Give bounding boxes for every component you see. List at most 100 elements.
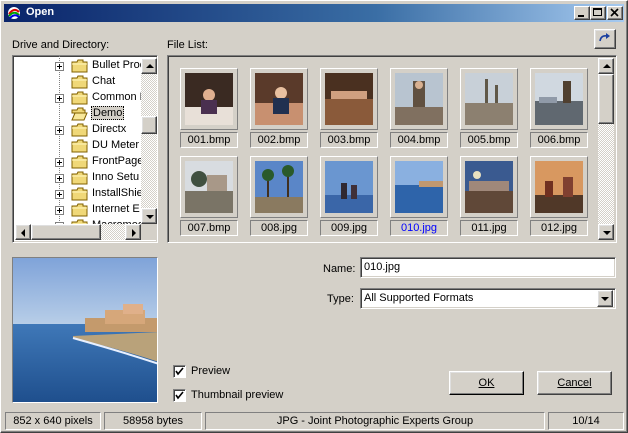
tree-vertical-scrollbar[interactable] <box>141 58 157 224</box>
folder-icon <box>71 187 88 201</box>
cancel-button-label: Cancel <box>557 377 592 389</box>
folder-icon <box>71 123 88 137</box>
thumbnail-filename: 006.bmp <box>530 132 588 148</box>
maximize-button[interactable] <box>590 6 606 20</box>
thumbnail-filename: 009.jpg <box>320 220 378 236</box>
file-thumbnail[interactable]: 005.bmp <box>460 68 518 148</box>
tree-item-label: Demo <box>91 106 125 120</box>
thumbnail-frame <box>390 68 448 130</box>
tree-item[interactable]: Internet E <box>13 202 140 218</box>
file-thumbnail[interactable]: 012.jpg <box>530 156 588 236</box>
scroll-corner <box>141 224 157 240</box>
file-thumbnail[interactable]: 002.bmp <box>250 68 308 148</box>
thumbnail-frame <box>530 68 588 130</box>
expand-icon[interactable] <box>55 158 64 167</box>
expand-icon[interactable] <box>55 126 64 135</box>
thumbnail-frame <box>460 68 518 130</box>
preview-checkbox-label[interactable]: Preview <box>191 365 230 377</box>
status-file-size: 58958 bytes <box>104 412 202 430</box>
file-list-scroll-up-button[interactable] <box>598 58 614 74</box>
preview-beach-image <box>13 258 157 402</box>
type-select-value: All Supported Formats <box>364 292 474 304</box>
thumbnail-frame <box>180 156 238 218</box>
tree-item-label: Chat <box>92 75 116 87</box>
directory-tree[interactable]: Bullet Proo Chat Common F Demo Directx DU Met… <box>12 55 158 243</box>
thumbnail-filename: 008.jpg <box>250 220 308 236</box>
status-position: 10/14 <box>548 412 624 430</box>
folder-icon <box>71 171 88 185</box>
minimize-button[interactable] <box>574 6 590 20</box>
thumbnail-image <box>325 73 373 125</box>
name-input[interactable]: 010.jpg <box>360 257 616 278</box>
folder-icon <box>71 75 88 89</box>
file-thumbnail[interactable]: 009.jpg <box>320 156 378 236</box>
close-button[interactable] <box>607 6 623 20</box>
tree-item-label: Internet E <box>92 203 140 215</box>
close-icon <box>610 8 619 17</box>
tree-item[interactable]: Directx <box>13 122 139 138</box>
file-thumbnail[interactable]: 011.jpg <box>460 156 518 236</box>
file-thumbnail[interactable]: 006.bmp <box>530 68 588 148</box>
type-select[interactable]: All Supported Formats <box>360 288 616 309</box>
file-thumbnail[interactable]: 008.jpg <box>250 156 308 236</box>
preview-checkbox[interactable] <box>173 365 186 378</box>
thumbnail-image <box>255 73 303 125</box>
tree-item[interactable]: Inno Setu <box>13 170 139 186</box>
ok-button[interactable]: OK <box>449 371 524 395</box>
thumbnail-image <box>325 161 373 213</box>
tree-item-label: Inno Setu <box>92 171 140 183</box>
file-list-scroll-down-button[interactable] <box>598 224 614 240</box>
thumbnail-image <box>535 161 583 213</box>
tree-item[interactable]: Bullet Proo <box>13 58 146 74</box>
thumbnail-image <box>255 161 303 213</box>
tree-hscroll-thumb[interactable] <box>31 224 101 240</box>
thumbnail-filename: 005.bmp <box>460 132 518 148</box>
thumbnail-filename: 007.bmp <box>180 220 238 236</box>
tree-item[interactable]: DU Meter <box>13 138 139 154</box>
checkmark-icon <box>175 367 184 376</box>
thumbnail-filename: 012.jpg <box>530 220 588 236</box>
tree-item[interactable]: FrontPage <box>13 154 143 170</box>
refresh-button[interactable] <box>594 29 616 49</box>
minimize-icon <box>578 15 584 17</box>
thumbnail-preview-checkbox[interactable] <box>173 389 186 402</box>
cancel-button[interactable]: Cancel <box>537 371 612 395</box>
tree-scroll-right-button[interactable] <box>125 224 141 240</box>
type-dropdown-button[interactable] <box>597 290 613 307</box>
title-bar[interactable]: Open <box>4 4 624 22</box>
thumbnail-preview-label[interactable]: Thumbnail preview <box>191 389 283 401</box>
tree-item-label: DU Meter <box>92 139 140 151</box>
expand-icon[interactable] <box>55 62 64 71</box>
file-thumbnail[interactable]: 010.jpg <box>390 156 448 236</box>
expand-icon[interactable] <box>55 174 64 183</box>
thumbnail-frame <box>390 156 448 218</box>
image-preview <box>12 257 158 403</box>
status-format: JPG - Joint Photographic Experts Group <box>205 412 545 430</box>
open-dialog: Open Drive and Directory: File List: Bul… <box>0 0 628 433</box>
thumbnail-frame <box>530 156 588 218</box>
tree-item[interactable]: InstallShie <box>13 186 143 202</box>
open-dialog-icon <box>8 7 20 19</box>
thumbnail-image <box>465 161 513 213</box>
thumbnail-filename: 010.jpg <box>390 220 448 236</box>
file-thumbnail[interactable]: 003.bmp <box>320 68 378 148</box>
expand-icon[interactable] <box>55 94 64 103</box>
expand-icon[interactable] <box>55 190 64 199</box>
file-thumbnail[interactable]: 001.bmp <box>180 68 238 148</box>
expand-icon[interactable] <box>55 206 64 215</box>
tree-item-label: Bullet Proo <box>92 59 146 71</box>
tree-item[interactable]: Chat <box>13 74 139 90</box>
tree-scroll-down-button[interactable] <box>141 208 157 224</box>
tree-scroll-thumb[interactable] <box>141 116 157 134</box>
status-dimensions: 852 x 640 pixels <box>5 412 101 430</box>
file-thumbnail[interactable]: 007.bmp <box>180 156 238 236</box>
file-list-scroll-thumb[interactable] <box>598 74 614 124</box>
file-list[interactable]: 001.bmp 002.bmp 003.bmp 004.bmp 005.bmp 006.b… <box>167 55 617 243</box>
thumbnail-image <box>395 161 443 213</box>
folder-icon <box>71 155 88 169</box>
tree-scroll-left-button[interactable] <box>15 224 31 240</box>
tree-item[interactable]: Common F <box>13 90 146 106</box>
tree-scroll-up-button[interactable] <box>141 58 157 74</box>
tree-item[interactable]: Demo <box>13 106 139 122</box>
file-thumbnail[interactable]: 004.bmp <box>390 68 448 148</box>
